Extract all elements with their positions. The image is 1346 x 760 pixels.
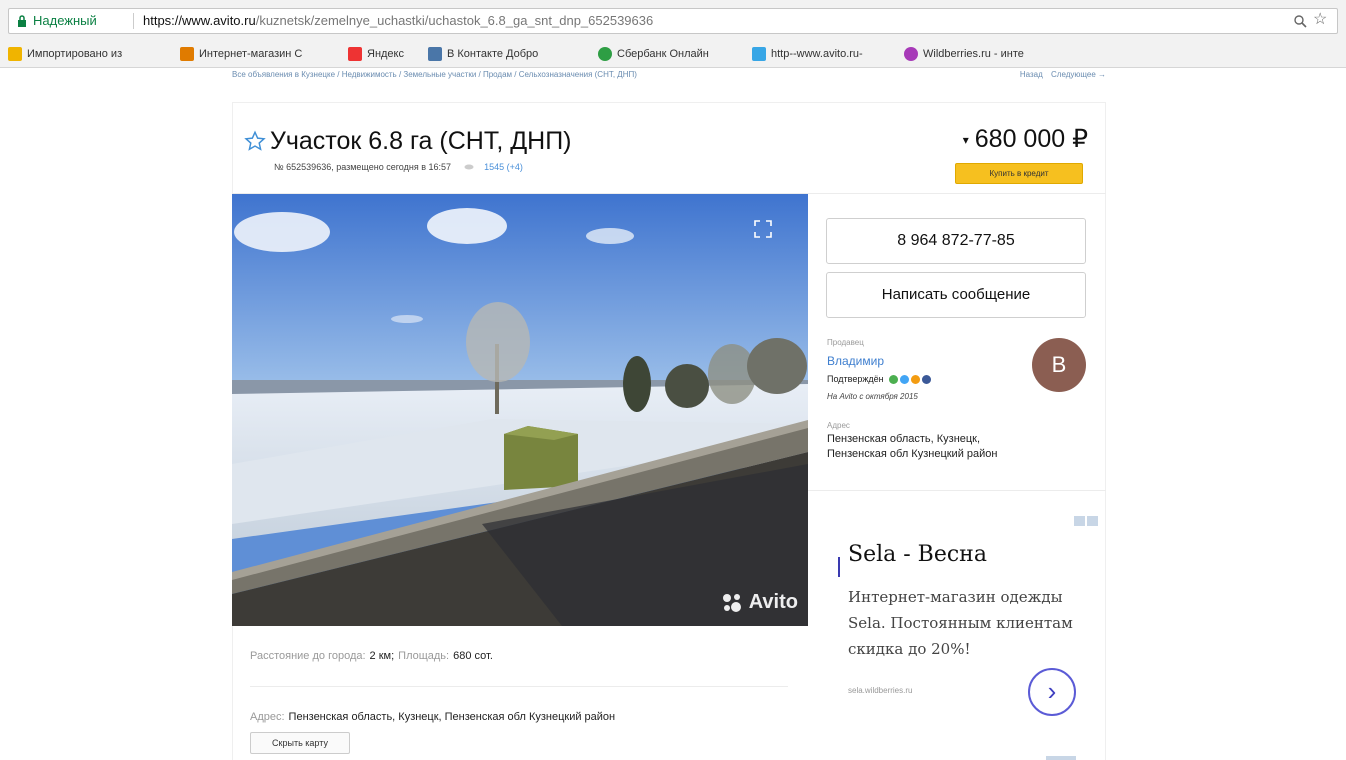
address-row: Адрес: Пензенская область, Кузнецк, Пензе…: [250, 711, 615, 723]
listing-meta: № 652539636, размещено сегодня в 16:57 1…: [274, 162, 523, 172]
phone-verified-icon: [888, 374, 898, 384]
bookmark-label: В Контакте Добро: [447, 48, 539, 60]
bookmark-avito[interactable]: http--www.avito.ru-: [752, 40, 863, 68]
back-link[interactable]: Назад: [1020, 70, 1043, 79]
email-verified-icon: [899, 374, 909, 384]
bookmarks-bar: Импортировано из Интернет-магазин C Янде…: [0, 40, 1346, 68]
ad-accent-bar: [838, 557, 840, 577]
address-line-1: Пензенская область, Кузнецк,: [827, 433, 981, 445]
lock-icon: [18, 15, 26, 27]
price-value: 680 000 ₽: [974, 125, 1088, 153]
vk-icon: [428, 47, 442, 61]
title-row: Участок 6.8 га (СНТ, ДНП): [244, 124, 572, 158]
listing-id-date: № 652539636, размещено сегодня в 16:57: [274, 162, 452, 172]
zoom-icon[interactable]: [1293, 14, 1307, 28]
ad-title[interactable]: Sela - Весна: [848, 542, 987, 567]
address-label: Адрес: [827, 421, 850, 430]
area-value: 680 сот.: [453, 650, 493, 662]
eye-icon: [464, 164, 474, 170]
facebook-verified-icon: [921, 374, 931, 384]
ad-badge-icon[interactable]: [1074, 516, 1100, 528]
sberbank-icon: [598, 47, 612, 61]
browser-address-bar: Надежный https://www.avito.ru/kuznetsk/z…: [0, 0, 1346, 40]
url-separator: [133, 13, 134, 29]
seller-verified: Подтверждён: [827, 374, 931, 384]
buy-on-credit-button[interactable]: Купить в кредит: [955, 163, 1083, 184]
watermark-text: Avito: [748, 591, 798, 613]
bookmark-wildberries[interactable]: Wildberries.ru - инте: [904, 40, 1024, 68]
phone-button[interactable]: 8 964 872-77-85: [826, 218, 1086, 264]
divider: [808, 490, 1106, 491]
url-field[interactable]: Надежный https://www.avito.ru/kuznetsk/z…: [8, 8, 1338, 34]
address-row-value: Пензенская область, Кузнецк, Пензенская …: [288, 711, 616, 723]
address-row-label: Адрес:: [250, 711, 285, 723]
bookmark-shop[interactable]: Интернет-магазин C: [180, 40, 302, 68]
bookmark-label: Интернет-магазин C: [199, 48, 303, 60]
listing-params: Расстояние до города: 2 км; Площадь: 680 со…: [250, 650, 497, 662]
page-title: Участок 6.8 га (СНТ, ДНП): [270, 126, 572, 155]
verified-label: Подтверждён: [827, 374, 884, 384]
bookmark-label: Сбербанк Онлайн: [617, 48, 709, 60]
avito-watermark: Avito: [721, 591, 798, 614]
avito-logo-icon: [722, 593, 741, 612]
url-path: /kuznetsk/zemelnye_uchastki/uchastok_6.8…: [255, 13, 654, 28]
url-text[interactable]: https://www.avito.ru/kuznetsk/zemelnye_u…: [143, 9, 653, 33]
breadcrumb[interactable]: Все объявления в Кузнецке / Недвижимость…: [232, 70, 872, 84]
ad-text[interactable]: Интернет-магазин одежды Sela. Постоянным…: [848, 584, 1098, 662]
bookmark-label: Яндекс: [367, 48, 404, 60]
ad-badge-icon-2: [1046, 756, 1076, 760]
seller-label: Продавец: [827, 338, 864, 347]
avito-icon: [752, 47, 766, 61]
bookmark-imported[interactable]: Импортировано из: [8, 40, 122, 68]
fullscreen-icon[interactable]: [754, 220, 772, 238]
hide-map-button[interactable]: Скрыть карту: [250, 732, 350, 754]
ad-arrow-button[interactable]: ›: [1028, 668, 1076, 716]
divider: [250, 686, 788, 687]
secure-label: Надежный: [33, 13, 97, 28]
bookmark-sberbank[interactable]: Сбербанк Онлайн: [598, 40, 709, 68]
ad-url[interactable]: sela.wildberries.ru: [848, 686, 912, 695]
distance-label: Расстояние до города:: [250, 650, 366, 662]
address-text: Пензенская область, Кузнецк, Пензенская …: [827, 432, 1087, 462]
chevron-down-icon: ▾: [962, 133, 969, 148]
favorite-star-icon[interactable]: [244, 130, 266, 152]
seller-since: На Avito с октября 2015: [827, 392, 918, 401]
listing-nav: Назад Следующее →: [976, 70, 1106, 84]
bookmark-vk[interactable]: В Контакте Добро: [428, 40, 538, 68]
views-count[interactable]: 1545 (+4): [484, 162, 523, 172]
url-host: https://www.avito.ru: [143, 13, 256, 28]
folder-icon: [8, 47, 22, 61]
bookmark-label: http--www.avito.ru-: [771, 48, 863, 60]
bookmark-yandex[interactable]: Яндекс: [348, 40, 404, 68]
bookmark-label: Импортировано из: [27, 48, 123, 60]
seller-name-link[interactable]: Владимир: [827, 354, 884, 368]
address-line-2: Пензенская обл Кузнецкий район: [827, 448, 998, 460]
bookmark-label: Wildberries.ru - инте: [923, 48, 1024, 60]
price[interactable]: ▾ 680 000 ₽: [928, 124, 1088, 158]
ok-verified-icon: [910, 374, 920, 384]
listing-photo[interactable]: Avito: [232, 194, 808, 626]
wildberries-icon: [904, 47, 918, 61]
write-message-button[interactable]: Написать сообщение: [826, 272, 1086, 318]
bookmark-star-icon[interactable]: ☆: [1313, 11, 1329, 29]
area-label: Площадь:: [398, 650, 450, 662]
distance-value: 2 км;: [369, 650, 395, 662]
shop-icon: [180, 47, 194, 61]
next-link[interactable]: Следующее →: [1051, 70, 1106, 79]
avatar[interactable]: В: [1032, 338, 1086, 392]
landscape-image: [232, 194, 808, 626]
yandex-icon: [348, 47, 362, 61]
